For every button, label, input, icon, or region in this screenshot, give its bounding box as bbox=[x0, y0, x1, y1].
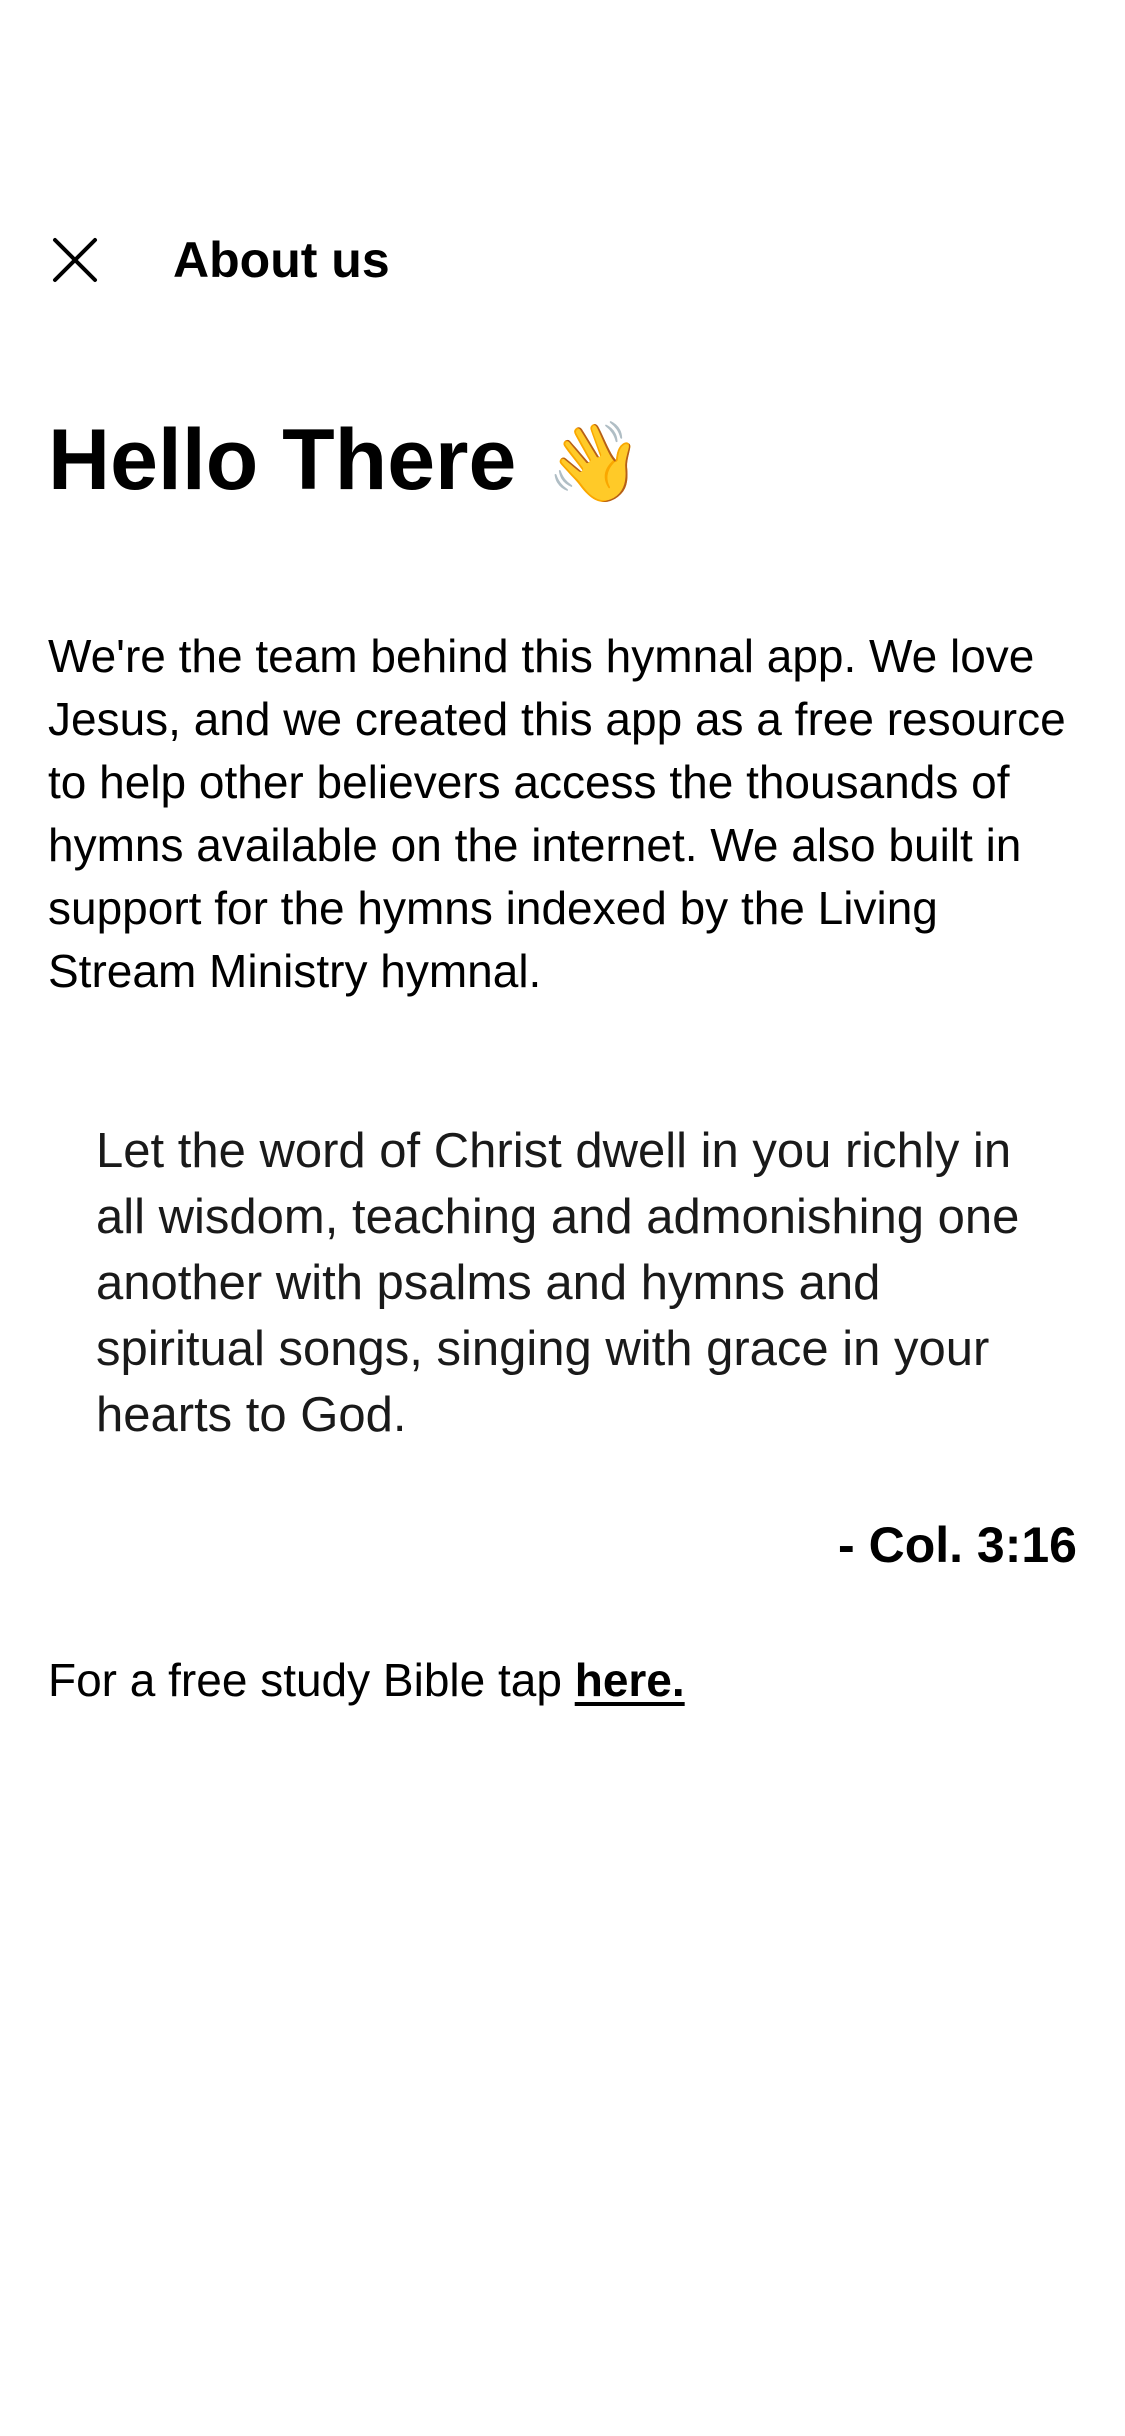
close-button[interactable] bbox=[45, 230, 105, 290]
intro-paragraph: We're the team behind this hymnal app. W… bbox=[48, 630, 1066, 997]
study-bible-prefix: For a free study Bible tap bbox=[48, 1654, 575, 1706]
scripture-quote: Let the word of Christ dwell in you rich… bbox=[96, 1124, 1020, 1442]
page-title: About us bbox=[173, 232, 390, 288]
study-bible-line: For a free study Bible tap here. bbox=[48, 1648, 685, 1712]
close-icon bbox=[53, 238, 97, 282]
study-bible-link[interactable]: here. bbox=[575, 1654, 685, 1706]
scripture-reference: - Col. 3:16 bbox=[838, 1517, 1077, 1573]
hero-heading: Hello There 👋 bbox=[48, 405, 643, 518]
waving-hand-icon: 👋 bbox=[546, 418, 644, 508]
hero-title-text: Hello There bbox=[48, 412, 517, 508]
top-bar: About us bbox=[45, 215, 390, 305]
